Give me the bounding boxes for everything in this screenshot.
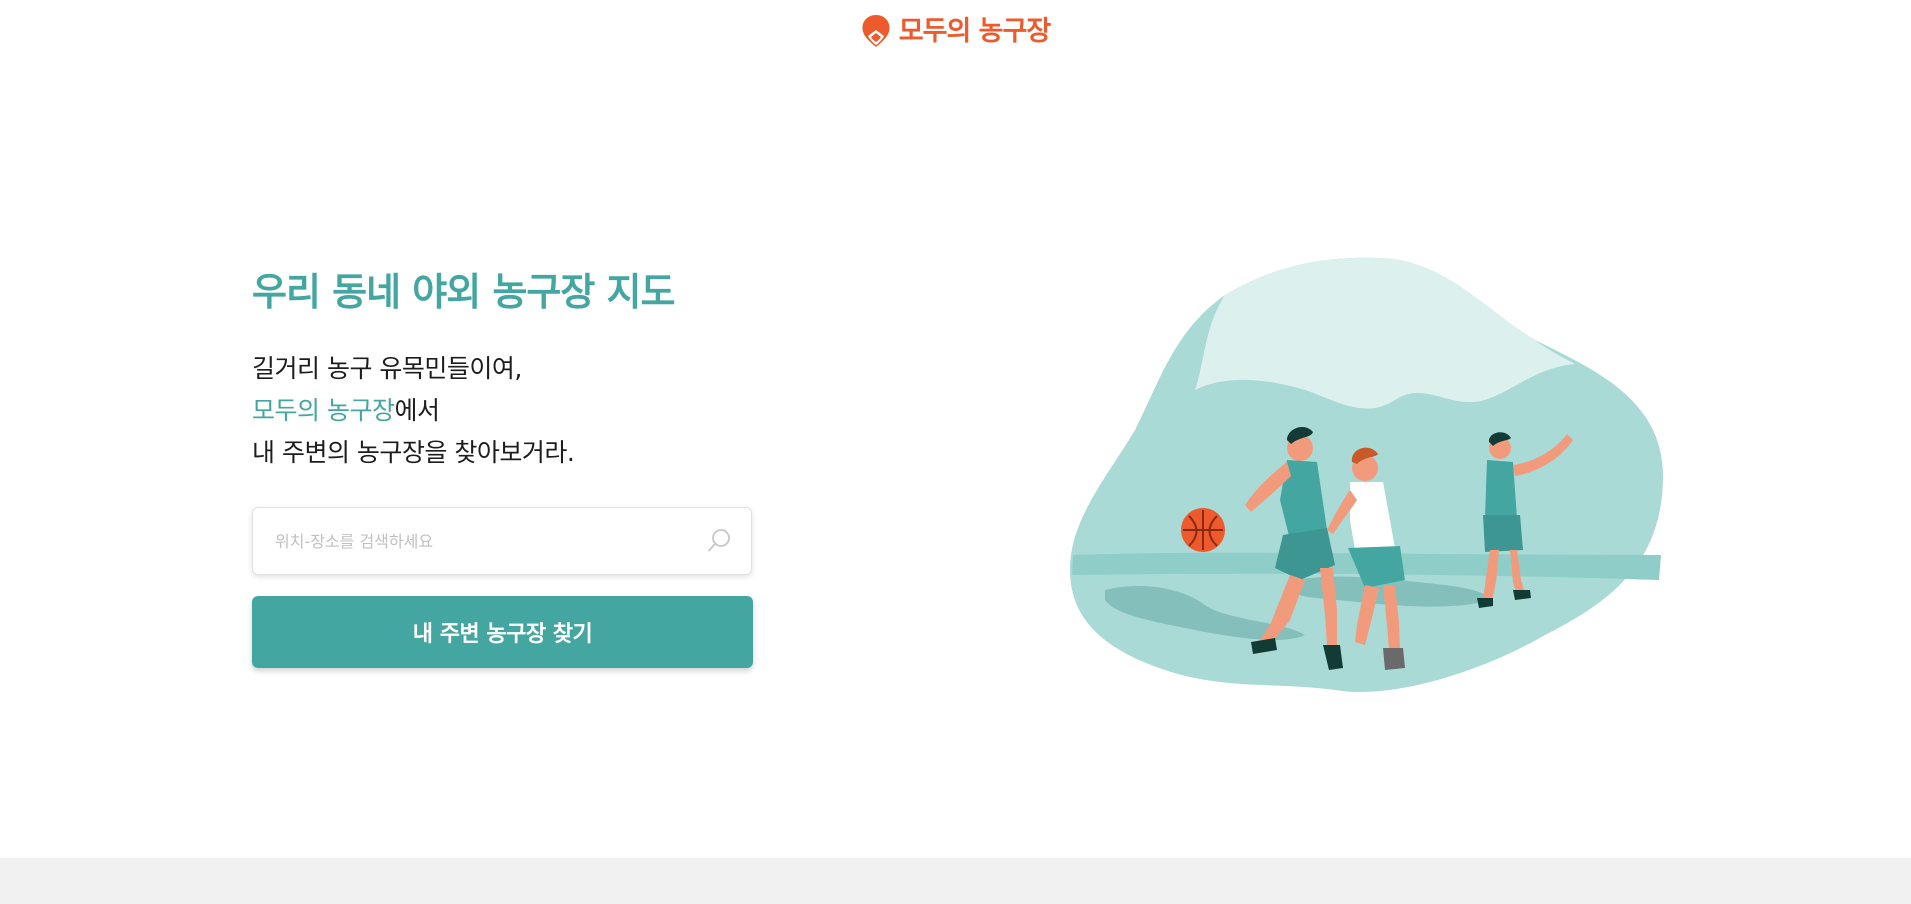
page: 모두의 농구장 우리 동네 야외 농구장 지도 길거리 농구 유목민들이여, 모… (0, 0, 1911, 904)
hero-desc-line-2-rest: 에서 (394, 395, 440, 425)
map-pin-icon (862, 15, 890, 47)
logo-text: 모두의 농구장 (898, 15, 1051, 47)
find-nearby-courts-button[interactable]: 내 주변 농구장 찾기 (252, 596, 753, 668)
hero-desc-highlight: 모두의 농구장 (252, 395, 395, 425)
footer (0, 858, 1911, 904)
hero-desc-line-2: 모두의 농구장에서 (252, 390, 772, 432)
search-input[interactable] (273, 507, 705, 575)
header: 모두의 농구장 (0, 0, 1911, 62)
search-icon[interactable] (705, 527, 733, 555)
hero-desc-line-1: 길거리 농구 유목민들이여, (252, 353, 522, 383)
hero-desc-line-3: 내 주변의 농구장을 찾아보거라. (252, 437, 575, 467)
basketball-players-illustration (1065, 250, 1665, 705)
hero-section: 우리 동네 야외 농구장 지도 길거리 농구 유목민들이여, 모두의 농구장에서… (252, 270, 772, 474)
hero-description: 길거리 농구 유목민들이여, 모두의 농구장에서 내 주변의 농구장을 찾아보거… (252, 348, 772, 474)
hero-title: 우리 동네 야외 농구장 지도 (252, 270, 675, 314)
logo[interactable]: 모두의 농구장 (861, 13, 1051, 49)
search-box (252, 507, 752, 575)
